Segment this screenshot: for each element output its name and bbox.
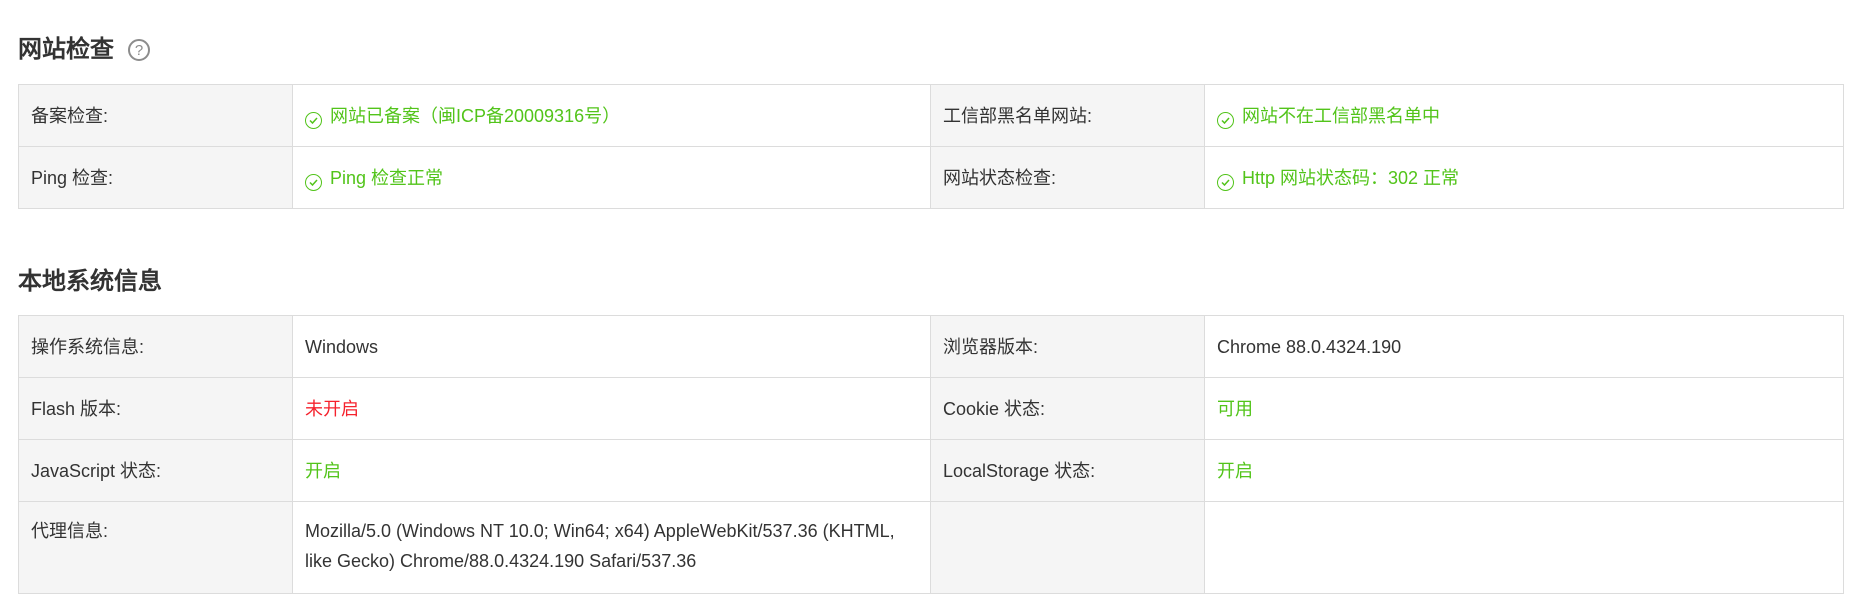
user-agent-label: 代理信息: [18,501,293,594]
status-check-label: 网站状态检查: [930,146,1205,209]
check-circle-icon [305,111,322,129]
ping-check-value: Ping 检查正常 [292,146,931,209]
table-row: 备案检查: 网站已备案（闽ICP备20009316号） 工信部黑名单网站: 网站… [18,84,1844,147]
flash-version-label: Flash 版本: [18,377,293,440]
icp-check-text: 网站已备案（闽ICP备20009316号） [330,105,621,126]
cookie-status-label: Cookie 状态: [930,377,1205,440]
check-circle-icon [1217,111,1234,129]
blacklist-check-value: 网站不在工信部黑名单中 [1204,84,1844,147]
check-circle-icon [1217,173,1234,191]
flash-version-value: 未开启 [292,377,931,440]
user-agent-line-2: like Gecko) Chrome/88.0.4324.190 Safari/… [305,551,697,571]
localstorage-status-label: LocalStorage 状态: [930,439,1205,502]
user-agent-value: Mozilla/5.0 (Windows NT 10.0; Win64; x64… [292,501,931,594]
table-row: 代理信息: Mozilla/5.0 (Windows NT 10.0; Win6… [18,501,1844,594]
javascript-status-label: JavaScript 状态: [18,439,293,502]
question-circle-icon[interactable]: ? [128,39,150,61]
os-info-label: 操作系统信息: [18,315,293,378]
empty-value-cell [1204,501,1844,594]
icp-check-label: 备案检查: [18,84,293,147]
empty-label-cell [930,501,1205,594]
browser-version-value: Chrome 88.0.4324.190 [1204,315,1844,378]
cookie-status-value: 可用 [1204,377,1844,440]
localstorage-status-value: 开启 [1204,439,1844,502]
website-check-table: 备案检查: 网站已备案（闽ICP备20009316号） 工信部黑名单网站: 网站… [18,84,1844,209]
os-info-value: Windows [292,315,931,378]
website-check-title: 网站检查 [18,36,114,63]
icp-check-value: 网站已备案（闽ICP备20009316号） [292,84,931,147]
table-row: Flash 版本: 未开启 Cookie 状态: 可用 [18,377,1844,440]
local-system-table: 操作系统信息: Windows 浏览器版本: Chrome 88.0.4324.… [18,315,1844,594]
check-circle-icon [305,173,322,191]
blacklist-check-label: 工信部黑名单网站: [930,84,1205,147]
browser-version-label: 浏览器版本: [930,315,1205,378]
javascript-status-value: 开启 [292,439,931,502]
status-check-text: Http 网站状态码：302 正常 [1242,167,1460,188]
local-system-header: 本地系统信息 [18,270,162,294]
page: 网站检查 ? 备案检查: 网站已备案（闽ICP备20009316号） 工信部黑名… [0,0,1867,596]
status-check-value: Http 网站状态码：302 正常 [1204,146,1844,209]
website-check-header: 网站检查 ? [18,38,150,62]
table-row: 操作系统信息: Windows 浏览器版本: Chrome 88.0.4324.… [18,315,1844,378]
table-row: Ping 检查: Ping 检查正常 网站状态检查: Http 网站状态码：30… [18,146,1844,209]
ping-check-text: Ping 检查正常 [330,167,444,188]
table-row: JavaScript 状态: 开启 LocalStorage 状态: 开启 [18,439,1844,502]
ping-check-label: Ping 检查: [18,146,293,209]
local-system-title: 本地系统信息 [18,268,162,295]
user-agent-line-1: Mozilla/5.0 (Windows NT 10.0; Win64; x64… [305,521,895,541]
blacklist-check-text: 网站不在工信部黑名单中 [1242,105,1440,126]
